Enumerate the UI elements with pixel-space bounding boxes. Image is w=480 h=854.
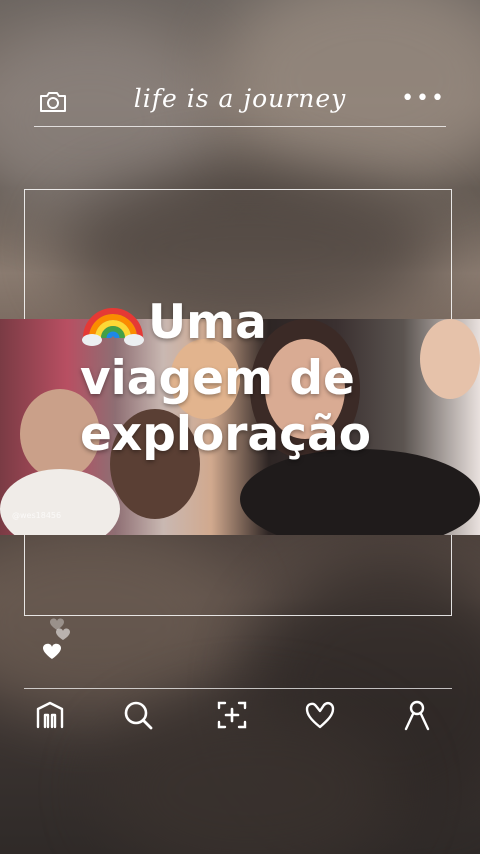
home-icon[interactable]	[32, 697, 68, 733]
app-title: life is a journey	[133, 84, 347, 113]
caption-line-2: viagem de	[80, 351, 355, 406]
floating-hearts-icon	[43, 618, 70, 659]
heart-icon[interactable]	[302, 697, 338, 733]
post-caption: Uma viagem de exploração	[80, 284, 410, 463]
search-icon[interactable]	[120, 697, 156, 733]
bottom-nav-divider	[24, 688, 452, 689]
caption-line-3: exploração	[80, 407, 371, 462]
more-dots-icon[interactable]: •••	[401, 88, 446, 110]
rainbow-icon	[82, 308, 144, 346]
add-post-icon[interactable]	[214, 697, 250, 733]
app-header: life is a journey •••	[34, 78, 446, 127]
profile-icon[interactable]	[399, 697, 435, 733]
caption-line-1: Uma	[148, 295, 267, 350]
photo-watermark: @wes18456	[12, 511, 62, 520]
